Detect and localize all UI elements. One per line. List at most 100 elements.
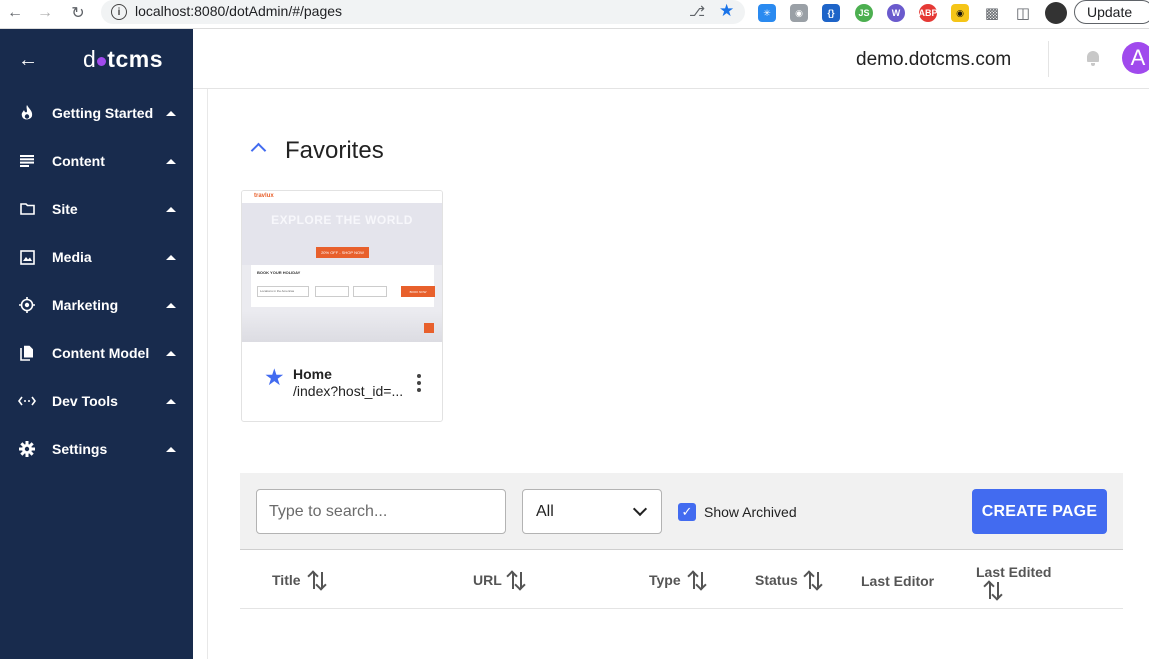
js-extension-icon[interactable]: JS <box>855 4 873 22</box>
thumbnail-scroll-top <box>424 323 434 333</box>
sidebar-item-marketing[interactable]: Marketing <box>0 285 193 325</box>
gear-icon <box>18 440 36 458</box>
chevron-up-icon <box>250 142 267 159</box>
sidebar-item-media[interactable]: Media <box>0 237 193 277</box>
sidebar-item-dev-tools[interactable]: Dev Tools <box>0 381 193 421</box>
sidebar-item-label: Content Model <box>52 345 150 361</box>
thumbnail-search-button: BOOK NOW <box>401 286 435 297</box>
list-icon <box>18 152 36 170</box>
favorite-url: /index?host_id=... <box>293 383 404 399</box>
caret-up-icon <box>166 206 176 212</box>
sidebar-item-label: Media <box>52 249 92 265</box>
page-type-dropdown[interactable]: All <box>522 489 662 534</box>
sort-icon[interactable] <box>509 572 525 590</box>
caret-up-icon <box>166 110 176 116</box>
pages-table-header: Title URL Type Status Last Editor Last E… <box>240 551 1123 609</box>
column-url[interactable]: URL <box>473 572 502 588</box>
top-header: demo.dotcms.com A <box>193 29 1149 89</box>
column-title[interactable]: Title <box>272 572 301 588</box>
favorite-title: Home <box>293 366 332 382</box>
sort-icon[interactable] <box>986 582 1002 600</box>
dropdown-value: All <box>536 503 554 520</box>
image-icon <box>18 248 36 266</box>
sidebar-item-label: Settings <box>52 441 108 457</box>
sidebar-item-label: Dev Tools <box>52 393 118 409</box>
show-archived-label[interactable]: Show Archived <box>704 504 797 520</box>
thumbnail-navbar: travlux <box>242 191 442 203</box>
chevron-down-icon <box>632 501 648 517</box>
page-thumbnail[interactable]: travlux EXPLORE THE WORLD 20% OFF - SHOP… <box>242 191 442 342</box>
sidebar-item-settings[interactable]: Settings <box>0 429 193 469</box>
address-bar[interactable]: i localhost:8080/dotAdmin/#/pages ⎇ ★ <box>101 0 745 24</box>
sort-icon[interactable] <box>690 572 706 590</box>
show-archived-checkbox[interactable]: ✓ <box>678 503 696 521</box>
sidebar-item-site[interactable]: Site <box>0 189 193 229</box>
target-icon <box>18 296 36 314</box>
thumbnail-headline: EXPLORE THE WORLD <box>271 213 413 227</box>
header-divider <box>1048 41 1049 77</box>
sidebar-item-label: Site <box>52 201 78 217</box>
browser-reload-icon[interactable]: ↻ <box>67 2 89 24</box>
sidebar-item-content-model[interactable]: Content Model <box>0 333 193 373</box>
camera-extension-icon[interactable]: ◉ <box>790 4 808 22</box>
site-info-icon[interactable]: i <box>111 4 127 20</box>
thumbnail-form-title: BOOK YOUR HOLIDAY <box>257 270 301 275</box>
user-avatar[interactable]: A <box>1122 42 1149 74</box>
caret-up-icon <box>166 446 176 452</box>
share-icon[interactable]: ⎇ <box>689 3 705 20</box>
favorite-star-icon[interactable]: ★ <box>264 364 285 391</box>
collapse-nav-arrow-icon[interactable]: ← <box>18 49 38 72</box>
sidebar-item-getting-started[interactable]: Getting Started <box>0 93 193 133</box>
caret-up-icon <box>166 158 176 164</box>
column-last-editor: Last Editor <box>861 573 935 589</box>
browser-update-button[interactable]: Update <box>1074 0 1149 24</box>
thumbnail-cta: 20% OFF - SHOP NOW <box>316 247 369 258</box>
profile-avatar-icon[interactable] <box>1045 2 1067 24</box>
site-selector[interactable]: demo.dotcms.com <box>856 49 1011 71</box>
code-icon <box>18 392 36 410</box>
favorite-page-card[interactable]: travlux EXPLORE THE WORLD 20% OFF - SHOP… <box>241 190 443 422</box>
sort-icon[interactable] <box>806 572 822 590</box>
browser-toolbar: ← → ↻ i localhost:8080/dotAdmin/#/pages … <box>0 0 1149 29</box>
column-status[interactable]: Status <box>755 572 798 588</box>
search-input[interactable] <box>256 489 506 534</box>
caret-up-icon <box>166 398 176 404</box>
wappalyzer-extension-icon[interactable]: W <box>887 4 905 22</box>
file-copy-icon <box>18 344 36 362</box>
asterisk-extension-icon[interactable]: ✳ <box>758 4 776 22</box>
bookmark-star-icon[interactable]: ★ <box>719 1 734 21</box>
favorites-collapse-toggle[interactable] <box>250 141 270 159</box>
thumbnail-booking-form: BOOK YOUR HOLIDAY Locations in the Ameri… <box>251 265 435 307</box>
logo-prefix: d <box>83 46 97 72</box>
thumbnail-fade <box>242 311 442 342</box>
logo-dot-icon <box>97 57 107 66</box>
address-url[interactable]: localhost:8080/dotAdmin/#/pages <box>135 3 342 19</box>
thumbnail-field <box>315 286 349 297</box>
sidebar-item-content[interactable]: Content <box>0 141 193 181</box>
thumbnail-logo: travlux <box>254 193 274 199</box>
notifications-bell-icon[interactable] <box>1086 51 1100 66</box>
sidebar-item-label: Content <box>52 153 105 169</box>
caret-up-icon <box>166 254 176 260</box>
sort-icon[interactable] <box>310 572 326 590</box>
puzzle-extensions-icon[interactable]: ▩ <box>983 4 1001 22</box>
create-page-button[interactable]: CREATE PAGE <box>972 489 1107 534</box>
extension-icon-8[interactable]: ◉ <box>951 4 969 22</box>
column-last-edited[interactable]: Last Edited <box>976 564 1051 580</box>
thumbnail-field <box>353 286 387 297</box>
sidebar-item-label: Getting Started <box>52 105 154 121</box>
flame-icon <box>18 104 36 122</box>
browser-back-icon[interactable]: ← <box>4 2 26 24</box>
dotcms-logo[interactable]: d tcms <box>83 46 163 73</box>
column-type[interactable]: Type <box>649 572 681 588</box>
side-panel-icon[interactable]: ◫ <box>1014 4 1032 22</box>
caret-up-icon <box>166 302 176 308</box>
adblock-extension-icon[interactable]: ABP <box>919 4 938 22</box>
browser-forward-icon[interactable]: → <box>34 2 56 24</box>
kebab-menu-icon[interactable] <box>416 374 422 392</box>
sidebar-item-label: Marketing <box>52 297 119 313</box>
thumbnail-field: Locations in the Americas <box>257 286 309 297</box>
folder-icon <box>18 200 36 218</box>
css-extension-icon[interactable]: {} <box>822 4 840 22</box>
content-left-border <box>207 89 208 659</box>
